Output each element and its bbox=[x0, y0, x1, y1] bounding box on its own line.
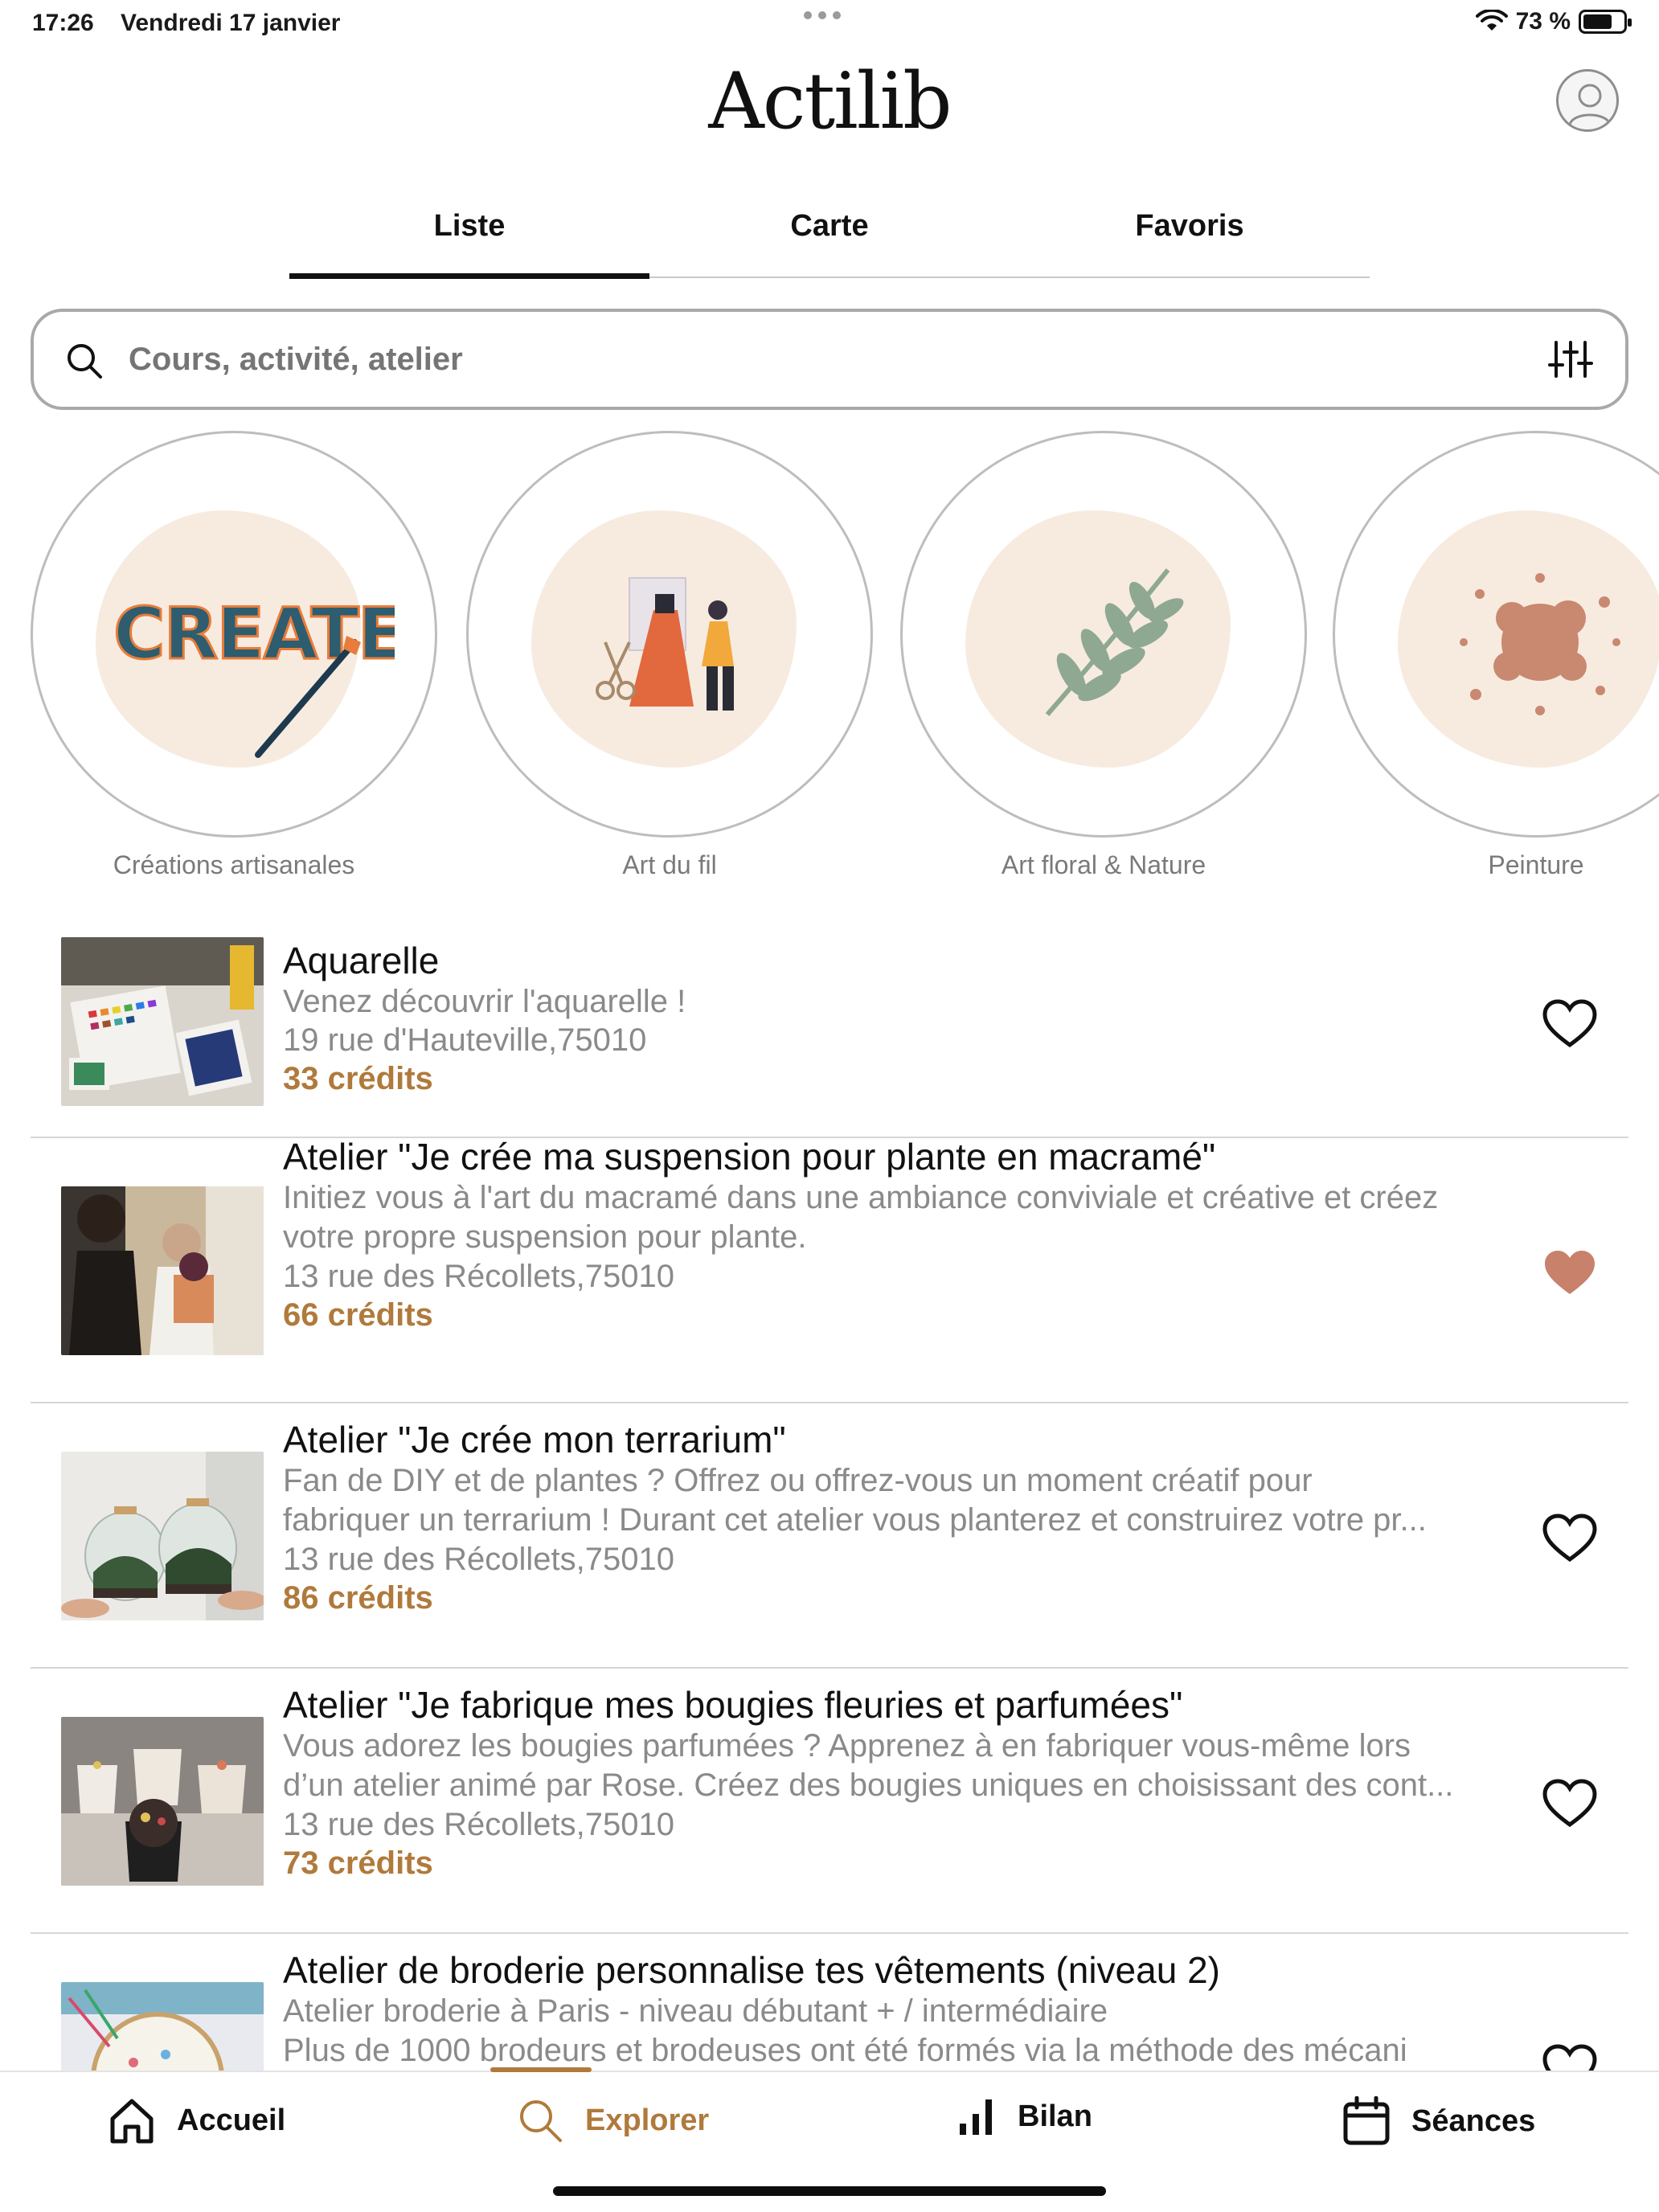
battery-icon bbox=[1579, 10, 1632, 34]
category-art-du-fil[interactable]: Art du fil bbox=[466, 431, 873, 880]
activity-description: Vous adorez les bougies parfumées ? Appr… bbox=[283, 1728, 1411, 1763]
category-art-floral-nature[interactable]: Art floral & Nature bbox=[900, 431, 1307, 880]
activity-description: Initiez vous à l'art du macramé dans une… bbox=[283, 1180, 1439, 1215]
create-brush-icon: CREATE bbox=[113, 592, 395, 758]
category-circle bbox=[900, 431, 1307, 838]
search-icon bbox=[520, 2100, 562, 2142]
activity-description: fabriquer un terrarium ! Durant cet atel… bbox=[283, 1502, 1427, 1538]
nav-bilan[interactable]: Bilan bbox=[956, 2096, 1092, 2136]
activity-title: Atelier de broderie personnalise tes vêt… bbox=[283, 1949, 1220, 1991]
activity-description: d’un atelier animé par Rose. Créez des b… bbox=[283, 1768, 1454, 1803]
nav-active-indicator bbox=[490, 2067, 592, 2072]
activity-address: 13 rue des Récollets,75010 bbox=[283, 1542, 674, 1577]
nav-label: Accueil bbox=[177, 2103, 286, 2137]
svg-text:CREATE: CREATE bbox=[113, 592, 395, 675]
activity-item[interactable]: Aquarelle Venez découvrir l'aquarelle ! … bbox=[31, 924, 1628, 1138]
battery-percent: 73 % bbox=[1515, 8, 1571, 35]
nav-explorer[interactable]: Explorer bbox=[516, 2096, 709, 2144]
category-creations-artisanales[interactable]: CREATE Créations artisanales bbox=[31, 431, 437, 880]
tab-carte[interactable]: Carte bbox=[649, 201, 1010, 280]
home-icon bbox=[110, 2099, 154, 2144]
category-label: Peinture bbox=[1488, 850, 1584, 879]
nav-accueil[interactable]: Accueil bbox=[108, 2096, 285, 2144]
category-peinture[interactable]: Peinture bbox=[1333, 431, 1659, 880]
tab-active-indicator bbox=[289, 273, 649, 279]
activity-thumbnail bbox=[61, 1452, 264, 1620]
activity-address: 13 rue des Récollets,75010 bbox=[283, 1259, 674, 1294]
heart-outline-icon[interactable] bbox=[1542, 1778, 1598, 1829]
nav-label: Bilan bbox=[1018, 2099, 1092, 2133]
search-icon bbox=[68, 344, 102, 379]
nav-seances[interactable]: Séances bbox=[1342, 2096, 1535, 2146]
paint-splash-icon bbox=[1460, 573, 1620, 715]
activity-credits: 73 crédits bbox=[283, 1845, 433, 1881]
activity-thumbnail bbox=[61, 1186, 264, 1355]
activity-thumbnail bbox=[61, 937, 264, 1106]
activity-description: Plus de 1000 brodeurs et brodeuses ont é… bbox=[283, 2033, 1407, 2068]
status-right: 73 % bbox=[1475, 8, 1632, 35]
category-circle bbox=[466, 431, 873, 838]
activity-description: votre propre suspension pour plante. bbox=[283, 1219, 807, 1255]
sewing-mannequin-icon bbox=[596, 577, 734, 711]
tab-liste[interactable]: Liste bbox=[289, 201, 649, 280]
activity-item[interactable]: Atelier de broderie personnalise tes vêt… bbox=[31, 1934, 1628, 2071]
leaf-branch-icon bbox=[1045, 568, 1184, 716]
category-label: Art floral & Nature bbox=[1001, 850, 1206, 879]
activity-description: Venez découvrir l'aquarelle ! bbox=[283, 984, 686, 1019]
activity-item[interactable]: Atelier "Je crée mon terrarium" Fan de D… bbox=[31, 1403, 1628, 1669]
heart-filled-icon[interactable] bbox=[1542, 1247, 1598, 1299]
activity-title: Aquarelle bbox=[283, 940, 440, 981]
bottom-nav: Accueil Explorer Bilan Séances bbox=[0, 2067, 1659, 2212]
bar-chart-icon bbox=[960, 2099, 992, 2135]
category-circle bbox=[1333, 431, 1659, 838]
home-indicator[interactable] bbox=[553, 2186, 1106, 2196]
activity-item[interactable]: Atelier "Je crée ma suspension pour plan… bbox=[31, 1136, 1628, 1403]
category-label: Art du fil bbox=[622, 850, 717, 879]
search-bar[interactable] bbox=[31, 309, 1628, 410]
wifi-icon bbox=[1475, 10, 1508, 31]
sliders-icon[interactable] bbox=[1548, 339, 1593, 379]
activity-item[interactable]: Atelier "Je fabrique mes bougies fleurie… bbox=[31, 1669, 1628, 1934]
activity-credits: 66 crédits bbox=[283, 1297, 433, 1333]
activity-address: 19 rue d'Hauteville,75010 bbox=[283, 1022, 647, 1058]
tab-favoris[interactable]: Favoris bbox=[1010, 201, 1370, 280]
app-logo: Actilib bbox=[708, 56, 952, 146]
multitasking-dots-icon[interactable] bbox=[804, 11, 841, 19]
activity-thumbnail bbox=[61, 1717, 264, 1886]
search-input[interactable] bbox=[129, 334, 1495, 384]
activity-description: Fan de DIY et de plantes ? Offrez ou off… bbox=[283, 1463, 1313, 1498]
activity-thumbnail bbox=[61, 1982, 264, 2071]
activity-title: Atelier "Je crée ma suspension pour plan… bbox=[283, 1136, 1216, 1178]
activity-title: Atelier "Je fabrique mes bougies fleurie… bbox=[283, 1684, 1183, 1726]
nav-label: Explorer bbox=[585, 2103, 710, 2137]
category-label: Créations artisanales bbox=[113, 850, 355, 879]
heart-outline-icon[interactable] bbox=[1542, 1513, 1598, 1564]
activity-description: Atelier broderie à Paris - niveau débuta… bbox=[283, 1993, 1108, 2029]
heart-outline-icon[interactable] bbox=[1542, 998, 1598, 1050]
activity-credits: 86 crédits bbox=[283, 1580, 433, 1616]
battery-level bbox=[1583, 14, 1612, 29]
heart-outline-icon[interactable] bbox=[1542, 2043, 1598, 2071]
calendar-icon bbox=[1343, 2096, 1390, 2145]
activity-title: Atelier "Je crée mon terrarium" bbox=[283, 1419, 786, 1460]
status-bar: 17:26 Vendredi 17 janvier 73 % bbox=[0, 0, 1659, 48]
category-circle: CREATE bbox=[31, 431, 437, 838]
activity-address: 13 rue des Récollets,75010 bbox=[283, 1807, 674, 1842]
view-tabs: Liste Carte Favoris bbox=[289, 201, 1370, 280]
user-avatar-icon[interactable] bbox=[1556, 69, 1619, 132]
activity-credits: 33 crédits bbox=[283, 1061, 433, 1096]
status-date: Vendredi 17 janvier bbox=[121, 10, 341, 36]
nav-label: Séances bbox=[1411, 2103, 1536, 2138]
status-time: 17:26 bbox=[32, 10, 94, 36]
